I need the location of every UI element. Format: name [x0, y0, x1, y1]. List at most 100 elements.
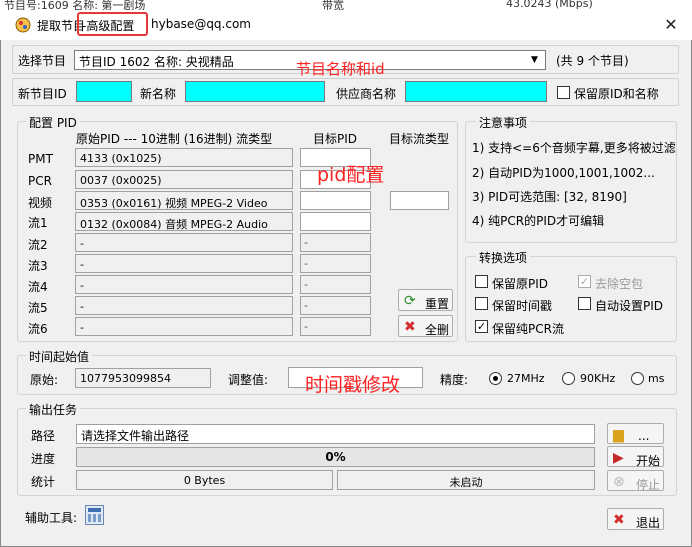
stats-status: 未启动: [337, 470, 595, 490]
row-target-stream5: -: [300, 296, 371, 315]
remove-null-label: 去除空包: [595, 277, 644, 291]
row-target-stream2: -: [300, 233, 371, 252]
app-icon: [14, 16, 32, 34]
path-label: 路径: [31, 429, 56, 443]
col-target-pid-header: 目标PID: [313, 132, 358, 146]
row-label-stream1: 流1: [28, 216, 48, 230]
precision-ms-label: ms: [648, 372, 665, 385]
row-target-video[interactable]: [300, 191, 371, 210]
row-label-stream6: 流6: [28, 322, 48, 336]
row-label-stream5: 流5: [28, 301, 48, 315]
bg-bandwidth-value: 43.0243 (Mbps): [506, 0, 593, 10]
delete-icon: ✖: [404, 319, 416, 335]
keep-original-pid-checkbox[interactable]: [475, 275, 488, 288]
dialog-title-highlight: -高级配置: [82, 19, 135, 33]
auto-pid-checkbox[interactable]: [578, 297, 591, 310]
row-original-video: 0353 (0x0161) 视频 MPEG-2 Video: [75, 191, 293, 210]
precision-90khz-radio[interactable]: [562, 372, 575, 385]
row-target-stream1[interactable]: [300, 212, 371, 231]
notes-title: 注意事项: [476, 114, 531, 131]
row-label-stream2: 流2: [28, 238, 48, 252]
row-target-stream4: -: [300, 275, 371, 294]
pid-annotation: pid配置: [317, 164, 385, 186]
time-adjust-label: 调整值:: [228, 373, 269, 387]
precision-27mhz-radio[interactable]: [489, 372, 502, 385]
keep-original-id-checkbox[interactable]: [557, 86, 570, 99]
progress-bar: 0%: [76, 447, 595, 467]
keep-original-pid-label: 保留原PID: [492, 277, 549, 291]
note-item-3: 3) PID可选范围: [32, 8190]: [472, 190, 627, 204]
refresh-icon: ⟳: [404, 293, 416, 309]
remove-null-checkbox: ✓: [578, 275, 591, 288]
provider-label: 供应商名称: [336, 87, 397, 101]
stop-button: ⊗ 停止: [607, 470, 664, 492]
time-original-label: 原始:: [30, 373, 59, 387]
close-icon[interactable]: ✕: [658, 14, 684, 36]
row-label-pcr: PCR: [28, 174, 52, 188]
row-original-stream5: -: [75, 296, 293, 315]
folder-icon: ▆: [613, 427, 624, 443]
chevron-down-icon[interactable]: ▼: [527, 52, 542, 68]
row-label-pmt: PMT: [28, 152, 53, 166]
provider-input[interactable]: [405, 81, 547, 102]
program-select-value: 节目ID 1602 名称: 央视精品: [79, 55, 234, 69]
precision-27mhz-label: 27MHz: [507, 372, 545, 385]
pid-config-title: 配置 PID: [26, 114, 80, 131]
precision-90khz-label: 90KHz: [580, 372, 616, 385]
row-original-stream6: -: [75, 317, 293, 336]
new-name-label: 新名称: [140, 87, 177, 101]
row-original-stream1: 0132 (0x0084) 音频 MPEG-2 Audio: [75, 212, 293, 231]
stop-icon: ⊗: [613, 474, 625, 490]
note-item-2: 2) 自动PID为1000,1001,1002...: [472, 166, 655, 180]
col-original-header: 原始PID --- 10进制 (16进制) 流类型: [76, 132, 273, 146]
output-title: 输出任务: [26, 401, 81, 418]
row-original-pmt: 4133 (0x1025): [75, 148, 293, 167]
new-id-label: 新节目ID: [18, 87, 67, 101]
stats-label: 统计: [31, 475, 56, 489]
row-original-stream3: -: [75, 254, 293, 273]
delete-all-button[interactable]: ✖ 全删: [398, 315, 453, 337]
new-id-input[interactable]: [76, 81, 132, 102]
exit-button[interactable]: ✖ 退出: [607, 508, 664, 530]
row-target-stream3: -: [300, 254, 371, 273]
progress-label: 进度: [31, 452, 56, 466]
play-icon: ▶: [613, 450, 624, 466]
calculator-icon[interactable]: [85, 505, 104, 525]
row-target-type-video[interactable]: [390, 191, 449, 210]
row-original-stream4: -: [75, 275, 293, 294]
program-select-label: 选择节目: [18, 54, 67, 68]
note-item-1: 1) 支持<=6个音频字幕,更多将被过滤: [472, 141, 676, 155]
time-start-title: 时间起始值: [26, 348, 93, 365]
keep-original-id-label: 保留原ID和名称: [574, 87, 659, 101]
dialog-title-suffix: hybase@qq.com: [151, 17, 251, 31]
reset-button[interactable]: ⟳ 重置: [398, 289, 453, 311]
time-original-value: 1077953099854: [75, 368, 211, 388]
progress-text: 0%: [325, 450, 346, 464]
stats-bytes: 0 Bytes: [76, 470, 333, 490]
row-original-stream2: -: [75, 233, 293, 252]
row-label-video: 视频: [28, 196, 53, 210]
keep-timestamp-checkbox[interactable]: [475, 297, 488, 310]
keep-pure-pcr-checkbox[interactable]: ✓: [475, 320, 488, 333]
row-label-stream3: 流3: [28, 259, 48, 273]
row-target-stream6: -: [300, 317, 371, 336]
path-input[interactable]: 请选择文件输出路径: [76, 424, 595, 444]
precision-ms-radio[interactable]: [631, 372, 644, 385]
note-item-4: 4) 纯PCR的PID才可编辑: [472, 214, 605, 228]
exit-icon: ✖: [613, 512, 625, 528]
program-annotation: 节目名称和id: [296, 60, 385, 78]
keep-timestamp-label: 保留时间戳: [492, 299, 553, 313]
browse-button[interactable]: ▆ ...: [607, 423, 664, 444]
new-name-input[interactable]: [185, 81, 325, 102]
tools-label: 辅助工具:: [25, 511, 78, 525]
auto-pid-label: 自动设置PID: [595, 299, 664, 313]
keep-pure-pcr-label: 保留纯PCR流: [492, 322, 564, 336]
col-target-type-header: 目标流类型: [389, 132, 450, 146]
row-label-stream4: 流4: [28, 280, 48, 294]
time-annotation: 时间戳修改: [305, 374, 401, 396]
row-original-pcr: 0037 (0x0025): [75, 170, 293, 189]
start-button[interactable]: ▶ 开始: [607, 446, 664, 468]
convert-options-title: 转换选项: [476, 249, 531, 266]
program-count: (共 9 个节目): [556, 54, 629, 68]
precision-label: 精度:: [440, 373, 469, 387]
